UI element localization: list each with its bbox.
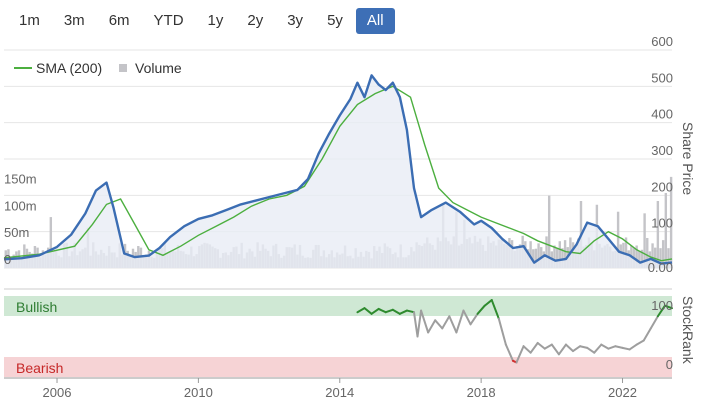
bullish-band (4, 296, 672, 316)
price-area (4, 75, 672, 269)
price-tick-label: 300 (651, 143, 673, 158)
bearish-label: Bearish (16, 360, 63, 376)
stockrank-segment (572, 345, 582, 353)
volume-tick-label: 100m (4, 198, 37, 213)
x-tick-label: 2018 (467, 385, 496, 400)
price-tick-label: 500 (651, 70, 673, 85)
legend-sma-label[interactable]: SMA (200) (36, 60, 102, 76)
price-tick-label: 0.00 (648, 260, 673, 275)
stockrank-segment (607, 345, 617, 350)
price-tick-label: 100 (651, 216, 673, 231)
stockrank-segment (600, 343, 610, 350)
x-tick-label: 2014 (325, 385, 354, 400)
stockrank-segment (628, 343, 638, 351)
stockrank-segment (434, 319, 444, 330)
stockrank-segment (550, 343, 560, 356)
stockrank-segment (593, 343, 603, 354)
stockrank-segment (497, 317, 507, 346)
x-tick-label: 2022 (608, 385, 637, 400)
stock-chart: SMA (200) Volume 600 500 400 300 200 100 0.00 1… (3, 34, 696, 400)
stockrank-segment (427, 319, 437, 334)
bullish-label: Bullish (16, 299, 57, 315)
stockrank-tick-label: 0 (666, 357, 673, 372)
stockrank-segment (557, 343, 567, 356)
stockrank-segment (522, 345, 532, 354)
x-tick-label: 2006 (43, 385, 72, 400)
stockrank-segment (649, 315, 659, 330)
x-tick-label: 2010 (184, 385, 213, 400)
stockrank-segment (543, 343, 553, 350)
stockrank-axis-title: StockRank (680, 296, 696, 365)
price-tick-label: 200 (651, 179, 673, 194)
volume-tick-label: 0 (4, 252, 11, 267)
bearish-band (4, 357, 672, 377)
share-price-axis-title: Share Price (680, 122, 696, 195)
stockrank-segment (621, 346, 631, 351)
volume-tick-label: 50m (4, 225, 29, 240)
price-tick-label: 600 (651, 34, 673, 49)
stockrank-segment (614, 345, 624, 349)
stockrank-segment (635, 339, 645, 346)
stockrank-tick-label: 100 (651, 298, 673, 313)
stockrank-segment (441, 315, 451, 330)
stockrank-segment (536, 341, 546, 350)
stockrank-segment (529, 341, 539, 354)
legend-volume-label[interactable]: Volume (135, 60, 182, 76)
legend: SMA (200) Volume (14, 60, 182, 76)
volume-tick-label: 150m (4, 172, 37, 187)
stockrank-segment (586, 346, 596, 354)
volume-bar (656, 201, 660, 268)
stockrank-segment (579, 345, 589, 349)
legend-volume-swatch (119, 64, 127, 72)
stockrank-segment (448, 315, 458, 334)
stockrank-segment (564, 343, 575, 353)
price-tick-label: 400 (651, 107, 673, 122)
stockrank-segment (642, 327, 652, 342)
